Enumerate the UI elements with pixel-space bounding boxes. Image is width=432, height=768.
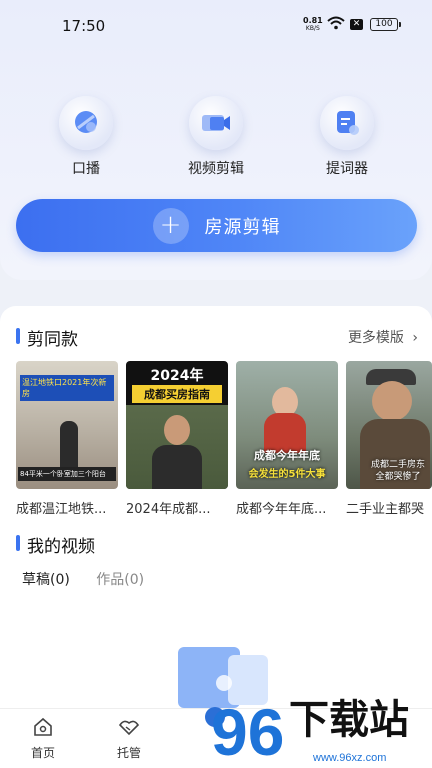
tool-prompter[interactable]: 提词器 — [302, 96, 392, 178]
tool-kouboo-label: 口播 — [72, 161, 100, 177]
person-face — [372, 381, 412, 421]
thumbnail-overlay-top: 成都今年年底 — [254, 449, 320, 462]
svg-text:96: 96 — [211, 695, 284, 768]
house-edit-label: 房源剪辑 — [204, 216, 281, 238]
video-camera-icon — [189, 96, 243, 150]
no-sim-icon: ✕ — [350, 19, 363, 30]
tool-prompter-label: 提词器 — [326, 161, 368, 177]
template-caption: 二手业主都哭 — [346, 502, 425, 517]
thumbnail-overlay-sub: 全都哭惨了 — [375, 472, 421, 482]
handshake-icon — [118, 720, 140, 736]
net-speed-value: 0.81 — [303, 16, 323, 25]
plus-icon: + — [152, 207, 189, 244]
person-face — [164, 415, 190, 445]
person-figure — [60, 421, 78, 471]
template-card[interactable]: 成都二手房东 全都哭惨了 二手业主都哭 — [346, 361, 432, 517]
status-bar: 17:50 0.81 KB/S ✕ 100 — [0, 0, 432, 52]
tab-drafts[interactable]: 草稿(0) — [22, 569, 70, 589]
template-card[interactable]: 温江地铁口2021年次新房 84平米一个卧室加三个阳台 成都温江地铁... — [16, 361, 118, 517]
template-thumbnail: 2024年 成都买房指南 — [126, 361, 228, 489]
thumbnail-overlay-sub: 成都买房指南 — [132, 385, 222, 403]
template-card[interactable]: 成都今年年底 会发生的5件大事 成都今年年底... — [236, 361, 338, 517]
thumbnail-overlay-bottom: 84平米一个卧室加三个阳台 — [18, 467, 116, 481]
network-speed: 0.81 KB/S — [303, 17, 323, 33]
chevron-right-icon: › — [412, 330, 418, 346]
tab-works[interactable]: 作品(0) — [96, 569, 144, 589]
template-card[interactable]: 2024年 成都买房指南 2024年成都... — [126, 361, 228, 517]
tool-video-edit-label: 视频剪辑 — [188, 161, 244, 177]
person-body — [152, 445, 202, 489]
microphone-icon — [59, 96, 113, 150]
thumbnail-overlay-top: 温江地铁口2021年次新房 — [20, 375, 114, 401]
templates-section-title: 剪同款 — [16, 325, 78, 350]
more-templates-label: 更多模版 — [347, 330, 404, 346]
nav-home-label: 首页 — [30, 746, 55, 760]
nav-hosting[interactable]: 托管 — [104, 717, 154, 761]
battery-level: 100 — [375, 19, 393, 29]
template-caption: 2024年成都... — [126, 502, 211, 517]
tool-kouboo[interactable]: 口播 — [41, 96, 131, 178]
house-edit-button[interactable]: + 房源剪辑 — [16, 199, 417, 252]
site-watermark: 96 下载站 www.96xz.com — [205, 683, 432, 768]
home-icon — [34, 717, 52, 736]
more-templates-link[interactable]: 更多模版 › — [348, 327, 418, 347]
svg-text:下载站: 下载站 — [289, 697, 409, 743]
status-time: 17:50 — [62, 17, 106, 35]
net-speed-unit: KB/S — [305, 25, 320, 32]
thumbnail-overlay-bottom: 会发生的5件大事 — [248, 469, 326, 480]
nav-home[interactable]: 首页 — [18, 717, 68, 761]
prompter-icon — [320, 96, 374, 150]
my-videos-section-title: 我的视频 — [16, 532, 95, 557]
watermark-logo: 96 下载站 www.96xz.com — [205, 695, 409, 768]
wifi-icon — [327, 16, 345, 30]
nav-hosting-label: 托管 — [116, 746, 141, 760]
template-caption: 成都今年年底... — [236, 502, 327, 517]
svg-text:www.96xz.com: www.96xz.com — [312, 752, 386, 764]
tool-video-edit[interactable]: 视频剪辑 — [171, 96, 261, 178]
video-tabs: 草稿(0) 作品(0) — [22, 569, 166, 589]
content-panel: 剪同款 更多模版 › 温江地铁口2021年次新房 84平米一个卧室加三个阳台 成… — [0, 306, 432, 708]
thumbnail-overlay-top: 2024年 — [150, 368, 204, 384]
battery-indicator: 100 — [370, 18, 401, 31]
template-caption: 成都温江地铁... — [16, 502, 107, 517]
template-thumbnail: 成都二手房东 全都哭惨了 — [346, 361, 432, 489]
template-thumbnail: 成都今年年底 会发生的5件大事 — [236, 361, 338, 489]
template-thumbnail: 温江地铁口2021年次新房 84平米一个卧室加三个阳台 — [16, 361, 118, 489]
